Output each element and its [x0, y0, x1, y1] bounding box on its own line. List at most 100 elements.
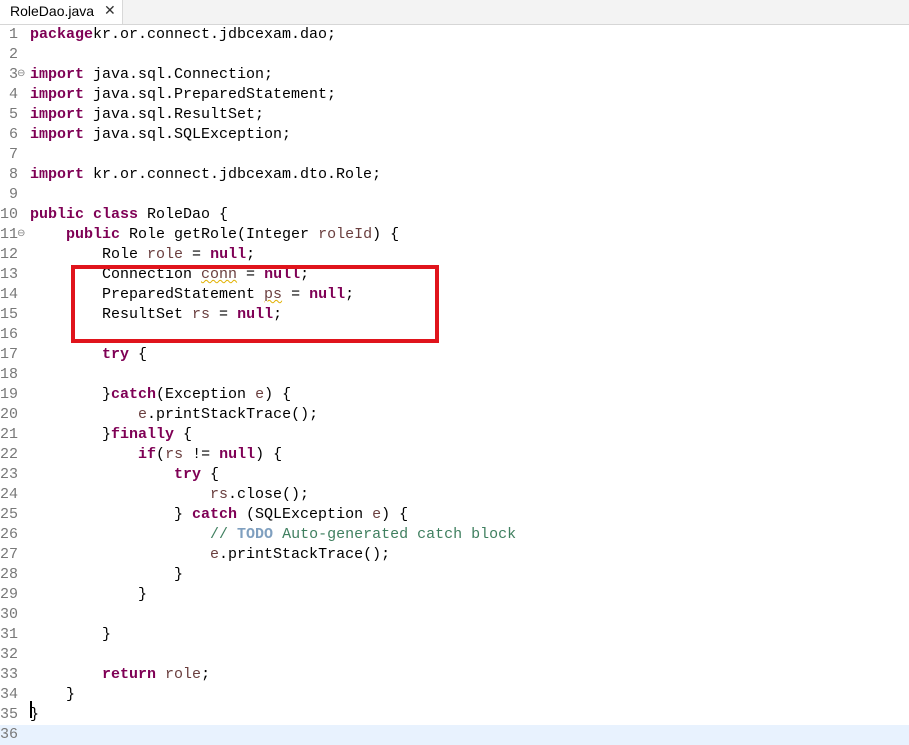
line-number: 33	[0, 666, 18, 683]
code-text: }	[30, 586, 147, 604]
code-line[interactable]: 22 if(rs != null) {	[0, 445, 909, 465]
code-line[interactable]: 34 }	[0, 685, 909, 705]
close-icon[interactable]: ✕	[104, 2, 116, 19]
line-number: 2	[8, 46, 18, 63]
line-number: 6	[8, 126, 18, 143]
code-line[interactable]: 9	[0, 185, 909, 205]
code-token: package	[30, 26, 94, 43]
tab-roledao-java[interactable]: RoleDao.java ✕	[0, 0, 123, 24]
code-token: ) {	[372, 226, 400, 243]
code-token: ) {	[264, 386, 292, 403]
line-number: 27	[0, 546, 18, 563]
code-line[interactable]: 8 import kr.or.connect.jdbcexam.dto.Role;	[0, 165, 909, 185]
code-token: Role getRole(Integer	[120, 226, 319, 243]
code-line[interactable]: 17 try {	[0, 345, 909, 365]
code-line[interactable]: 32	[0, 645, 909, 665]
code-line[interactable]: 31 }	[0, 625, 909, 645]
code-line[interactable]: 18	[0, 365, 909, 385]
code-line[interactable]: 30	[0, 605, 909, 625]
code-line[interactable]: 25 } catch (SQLException e) {	[0, 505, 909, 525]
code-text: import java.sql.SQLException;	[30, 126, 291, 144]
code-token: =	[183, 246, 211, 263]
code-editor[interactable]: 1 packagekr.or.connect.jdbcexam.dao; 2 3 ⊖ im…	[0, 25, 909, 745]
line-number: 32	[0, 646, 18, 663]
code-token: java.sql.ResultSet;	[84, 106, 265, 123]
code-line[interactable]: 1 packagekr.or.connect.jdbcexam.dao;	[0, 25, 909, 45]
code-token: e	[255, 386, 265, 403]
code-token: //	[210, 526, 238, 543]
code-token: e	[138, 406, 148, 423]
code-token: java.sql.Connection;	[84, 66, 274, 83]
code-line[interactable]: 27 e.printStackTrace();	[0, 545, 909, 565]
code-line[interactable]: 5 import java.sql.ResultSet;	[0, 105, 909, 125]
code-token: kr.or.connect.jdbcexam.dto.Role;	[84, 166, 382, 183]
code-token: Auto-generated catch block	[273, 526, 517, 543]
line-number: 28	[0, 566, 18, 583]
code-line[interactable]: 12 Role role = null;	[0, 245, 909, 265]
code-token: if	[138, 446, 157, 463]
code-text: import java.sql.PreparedStatement;	[30, 86, 336, 104]
code-line[interactable]: 35}	[0, 705, 909, 725]
highlight-box	[71, 265, 439, 343]
code-token: .close();	[228, 486, 310, 503]
fold-collapse-icon[interactable]: ⊖	[17, 67, 25, 83]
code-line[interactable]: 21 }finally {	[0, 425, 909, 445]
line-number: 7	[8, 146, 18, 163]
code-line[interactable]: 4 import java.sql.PreparedStatement;	[0, 85, 909, 105]
code-token: null	[210, 246, 247, 263]
line-number: 19	[0, 386, 18, 403]
code-line[interactable]: 7	[0, 145, 909, 165]
code-text: return role;	[30, 666, 210, 684]
code-text: import java.sql.Connection;	[30, 66, 273, 84]
code-token: e	[372, 506, 382, 523]
code-token: roleId	[318, 226, 373, 243]
code-line[interactable]: 6 import java.sql.SQLException;	[0, 125, 909, 145]
code-line[interactable]: 20 e.printStackTrace();	[0, 405, 909, 425]
text-caret	[30, 701, 32, 718]
code-line[interactable]: 2	[0, 45, 909, 65]
code-line[interactable]: 33 return role;	[0, 665, 909, 685]
code-token: null	[219, 446, 256, 463]
code-token: (Exception	[156, 386, 256, 403]
code-token: }	[30, 626, 112, 643]
code-token: import	[30, 106, 85, 123]
code-line[interactable]: 24 rs.close();	[0, 485, 909, 505]
code-token: e	[210, 546, 220, 563]
code-token: catch	[111, 386, 157, 403]
code-line[interactable]: 29 }	[0, 585, 909, 605]
line-number: 4	[8, 86, 18, 103]
line-number: 29	[0, 586, 18, 603]
line-number: 21	[0, 426, 18, 443]
code-text: e.printStackTrace();	[30, 546, 390, 564]
line-number: 8	[8, 166, 18, 183]
code-token: import	[30, 86, 85, 103]
code-token: }	[30, 566, 184, 583]
code-token: role	[165, 666, 202, 683]
code-line[interactable]: 28 }	[0, 565, 909, 585]
code-token: }	[30, 586, 148, 603]
code-line[interactable]: 10 public class RoleDao {	[0, 205, 909, 225]
code-token: rs	[165, 446, 184, 463]
line-number: 9	[8, 186, 18, 203]
code-text: }finally {	[30, 426, 192, 444]
code-line[interactable]: 23 try {	[0, 465, 909, 485]
line-number: 26	[0, 526, 18, 543]
line-number: 34	[0, 686, 18, 703]
line-number: 35	[0, 706, 18, 723]
code-token: try	[174, 466, 202, 483]
line-number: 13	[0, 266, 18, 283]
code-token: {	[129, 346, 148, 363]
code-line[interactable]: 11 ⊖ public Role getRole(Integer roleId) …	[0, 225, 909, 245]
code-line[interactable]: 36	[0, 725, 909, 745]
code-line[interactable]: 26 // TODO Auto-generated catch block	[0, 525, 909, 545]
code-token: return	[102, 666, 157, 683]
line-number: 36	[0, 726, 18, 743]
code-line[interactable]: 3 ⊖ import java.sql.Connection;	[0, 65, 909, 85]
code-text: Role role = null;	[30, 246, 255, 264]
fold-collapse-icon[interactable]: ⊖	[17, 227, 25, 243]
code-token: }	[30, 386, 112, 403]
code-line[interactable]: 19 }catch(Exception e) {	[0, 385, 909, 405]
line-number: 3	[8, 66, 18, 83]
